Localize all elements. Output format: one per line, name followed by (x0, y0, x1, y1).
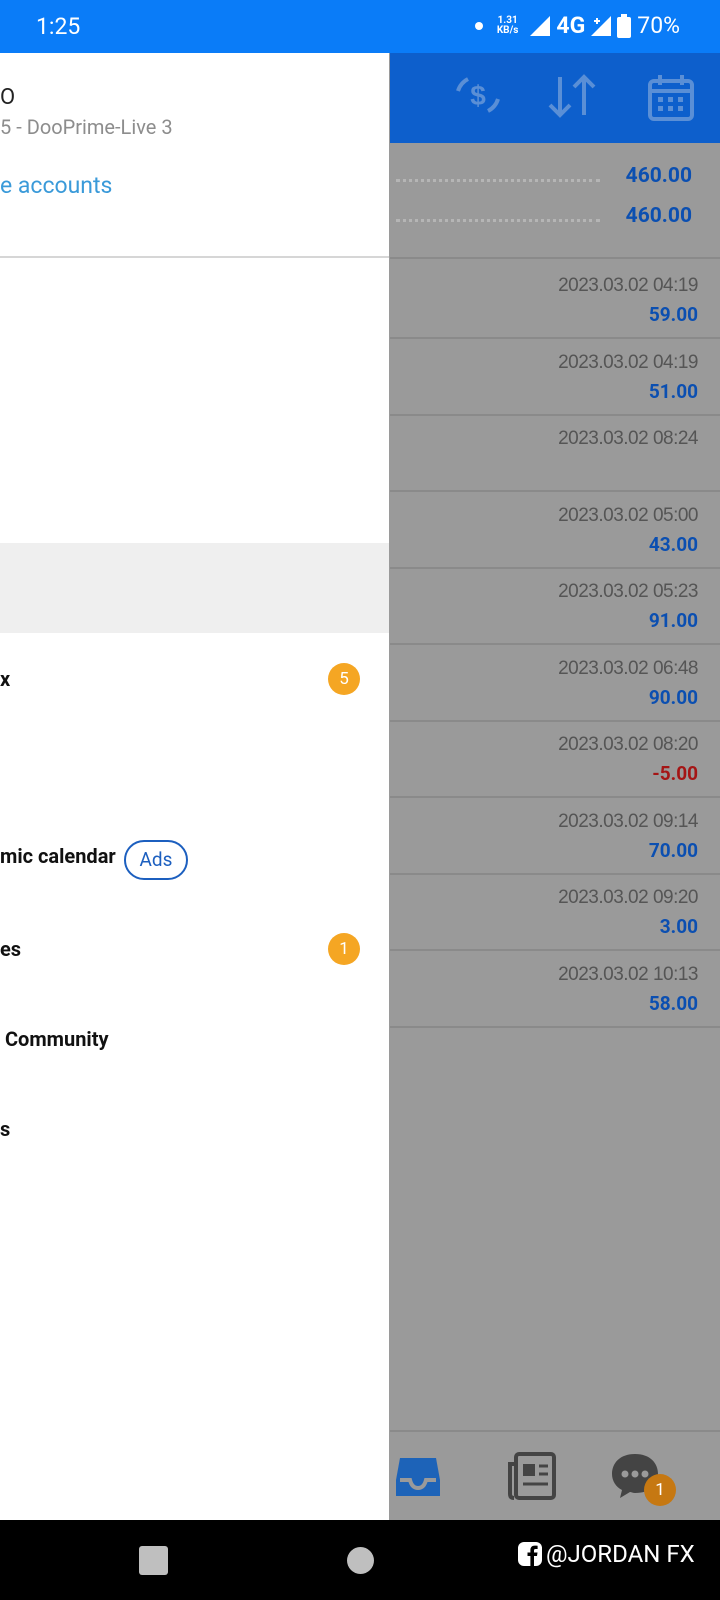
account-name: O (0, 85, 16, 110)
table-row[interactable]: 2023.03.02 08:24 (390, 412, 720, 492)
trade-profit: 59.00 (648, 303, 698, 326)
signal-icon (530, 15, 551, 36)
table-row[interactable]: 2023.03.02 05:00 43.00 (390, 489, 720, 569)
status-indicators: 1.31 KB/s 4G 70% (474, 12, 680, 39)
table-row[interactable]: 2023.03.02 10:13 58.00 (390, 948, 720, 1028)
svg-text:$: $ (470, 80, 486, 111)
menu-item-mailbox[interactable]: x (0, 667, 10, 691)
bottom-nav: 1 (390, 1430, 720, 1522)
table-row[interactable]: 2023.03.02 06:48 90.00 (390, 642, 720, 722)
trade-date: 2023.03.02 04:19 (558, 351, 698, 373)
trade-profit: 90.00 (648, 685, 698, 709)
trade-date: 2023.03.02 08:24 (558, 428, 698, 449)
trade-date: 2023.03.02 08:20 (558, 734, 698, 755)
currency-exchange-icon[interactable]: $ (452, 73, 504, 117)
trade-date: 2023.03.02 06:48 (558, 657, 698, 679)
table-row[interactable]: 2023.03.02 04:19 51.00 (390, 336, 720, 416)
battery-icon (617, 13, 632, 38)
trade-profit: 58.00 (648, 991, 698, 1015)
inbox-icon[interactable] (394, 1452, 442, 1500)
facebook-icon (518, 1542, 542, 1566)
table-row[interactable]: 2023.03.02 09:20 3.00 (390, 871, 720, 951)
chat-badge: 1 (644, 1474, 676, 1506)
account-server: 5 - DooPrime-Live 3 (0, 115, 173, 139)
trade-profit: 91.00 (648, 609, 698, 632)
trade-profit: 70.00 (648, 838, 698, 862)
net-speed: 1.31 KB/s (496, 15, 519, 36)
status-bar: 1:25 1.31 KB/s 4G 70% (0, 0, 720, 53)
menu-item-selected[interactable] (0, 543, 389, 633)
table-row[interactable]: 2023.03.02 05:23 91.00 (390, 565, 720, 645)
trade-profit: 3.00 (659, 915, 698, 938)
trade-profit: -5.00 (652, 762, 698, 785)
dotted-leader (396, 219, 600, 222)
ads-badge: Ads (124, 840, 188, 880)
trade-profit: 43.00 (648, 532, 698, 556)
signal-icon-2 (591, 15, 612, 36)
history-list: 460.00 460.00 2023.03.02 04:19 59.00 2023.… (390, 143, 720, 1430)
summary-value: 460.00 (625, 204, 692, 228)
table-row[interactable]: 2023.03.02 04:19 59.00 (390, 259, 720, 339)
toolbar: $ (390, 53, 720, 143)
network-type: 4G (556, 12, 586, 39)
menu-item-messages[interactable]: es (0, 937, 21, 961)
summary-row: 460.00 (390, 159, 720, 199)
menu-item-economic-calendar[interactable]: mic calendar (0, 844, 116, 868)
watermark-text: @JORDAN FX (546, 1540, 695, 1568)
recents-button[interactable] (139, 1546, 168, 1575)
watermark: @JORDAN FX (518, 1540, 695, 1568)
trade-date: 2023.03.02 09:14 (558, 810, 698, 832)
trade-date: 2023.03.02 04:19 (558, 275, 698, 296)
trade-profit: 51.00 (648, 379, 698, 403)
home-button[interactable] (347, 1547, 374, 1574)
manage-accounts-link[interactable]: e accounts (0, 172, 112, 199)
notification-dot-icon (474, 21, 483, 30)
battery-percent: 70% (637, 12, 680, 39)
summary-value: 460.00 (625, 164, 692, 188)
trade-date: 2023.03.02 09:20 (558, 887, 698, 908)
news-icon[interactable] (508, 1452, 556, 1500)
trade-date: 2023.03.02 10:13 (558, 963, 698, 985)
mailbox-badge: 5 (328, 663, 360, 695)
status-time: 1:25 (36, 13, 81, 40)
trade-date: 2023.03.02 05:00 (558, 504, 698, 526)
navigation-drawer: O 5 - DooPrime-Live 3 e accounts x 5 mic… (0, 53, 389, 1520)
drawer-divider (0, 256, 389, 258)
table-row[interactable]: 2023.03.02 08:20 -5.00 (390, 718, 720, 798)
menu-item-settings[interactable]: s (0, 1117, 10, 1141)
menu-item-community[interactable]: Community (0, 1027, 109, 1051)
dotted-leader (396, 179, 600, 182)
table-row[interactable]: 2023.03.02 09:14 70.00 (390, 795, 720, 875)
sort-icon[interactable] (548, 73, 598, 119)
messages-badge: 1 (328, 933, 360, 965)
net-speed-unit: KB/s (496, 24, 519, 36)
summary-row: 460.00 (390, 199, 720, 239)
calendar-icon[interactable] (648, 73, 694, 121)
trade-date: 2023.03.02 05:23 (558, 581, 698, 602)
